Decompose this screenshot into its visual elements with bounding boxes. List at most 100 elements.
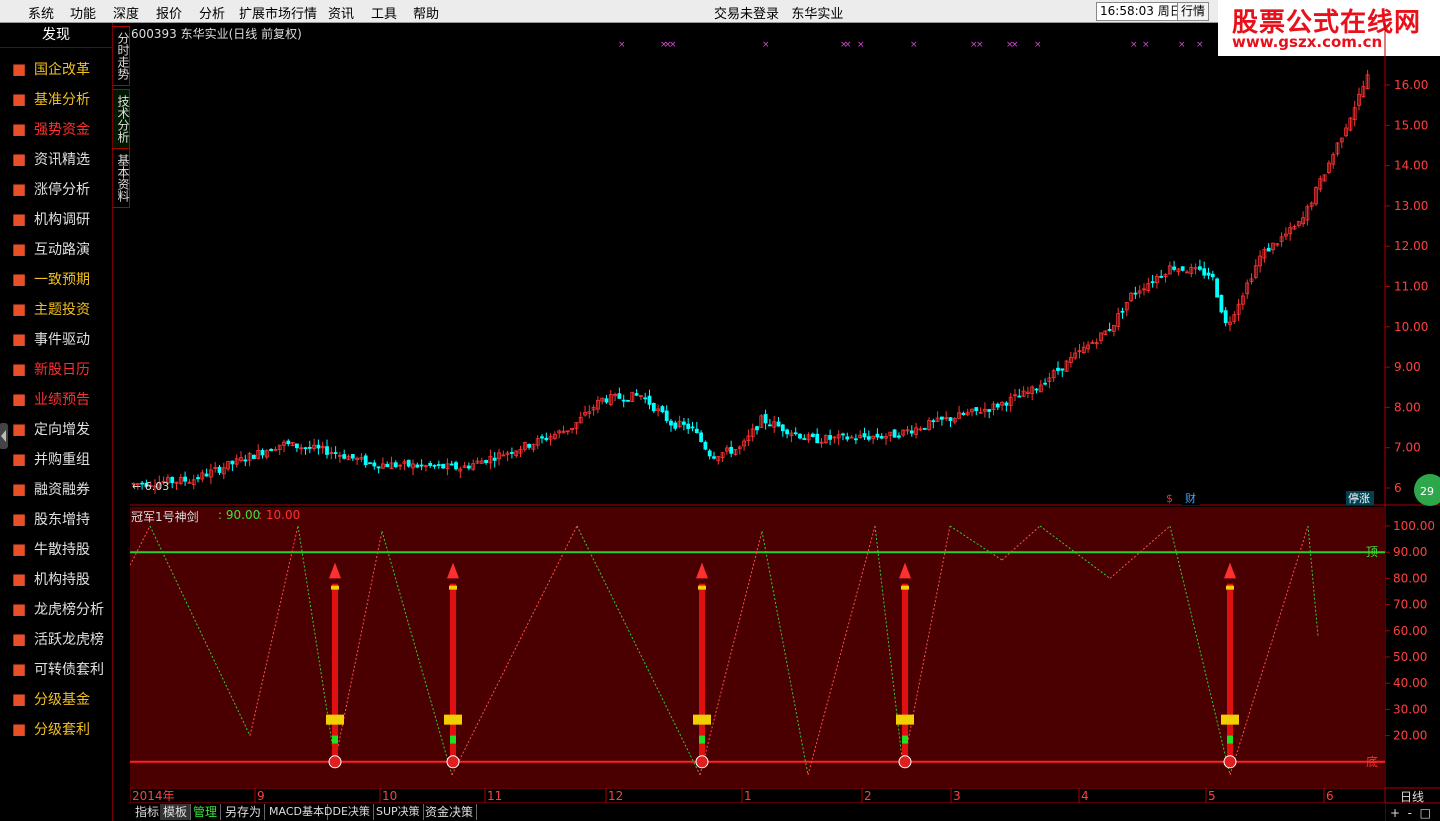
handshake-icon: ■: [11, 270, 27, 288]
menu-quote[interactable]: 报价: [156, 3, 182, 22]
signal-bar: [1227, 583, 1233, 757]
sidebar-item[interactable]: ■ 国企改革: [8, 55, 112, 83]
menu-tools[interactable]: 工具: [371, 3, 397, 22]
candle-body: [294, 443, 299, 449]
menu-system[interactable]: 系统: [28, 3, 54, 22]
menu-depth[interactable]: 深度: [113, 3, 139, 22]
price-tick-label: 8.00: [1394, 400, 1421, 414]
sidebar-item[interactable]: ■ 资讯精选: [8, 145, 112, 173]
sidebar-item[interactable]: ■ 并购重组: [8, 445, 112, 473]
indicator-tick-label: 90.00: [1393, 545, 1427, 559]
tab-dde[interactable]: DDE决策: [321, 804, 374, 820]
candle-body: [196, 477, 200, 480]
event-marker: ×: [910, 40, 918, 50]
tab-template[interactable]: 模板: [160, 804, 192, 820]
sidebar-item[interactable]: ■ 股东增持: [8, 505, 112, 533]
location-pin-icon: ■: [11, 360, 27, 378]
candle-body: [892, 429, 897, 438]
bar-chart-icon: ■: [11, 600, 27, 618]
indicator-tick-label: 100.00: [1393, 519, 1435, 533]
candle-body: [415, 464, 420, 468]
sidebar-item[interactable]: ■ 机构持股: [8, 565, 112, 593]
event-marker: ×: [762, 40, 770, 50]
menu-extended-market[interactable]: 扩展市场行情: [239, 3, 317, 22]
price-tick-label: 9.00: [1394, 360, 1421, 374]
kline-chart-area[interactable]: 16.00 15.00 14.00 13.00 12.00 11.00 10.00 9.00 8…: [130, 23, 1440, 821]
signal-bar: [699, 583, 705, 757]
candle-body: [1206, 272, 1211, 276]
candle-body: [466, 465, 471, 469]
sidebar-item[interactable]: ■ 新股日历: [8, 355, 112, 383]
candle-body: [647, 395, 652, 405]
event-marker: ×: [844, 40, 852, 50]
tab-sup[interactable]: SUP决策: [373, 804, 424, 820]
candle-body: [909, 430, 914, 434]
candle-body: [1043, 382, 1047, 385]
candle-body: [604, 398, 609, 403]
candle-body: [1060, 368, 1065, 371]
event-marker: ×: [857, 40, 865, 50]
candle-body: [875, 433, 880, 438]
sidebar-item[interactable]: ■ 活跃龙虎榜: [8, 625, 112, 653]
collapse-arrow-icon[interactable]: [0, 423, 9, 449]
candle-body: [316, 444, 321, 449]
quote-button[interactable]: 行情: [1177, 2, 1210, 21]
sidebar-item-label: 可转债套利: [34, 662, 104, 678]
menu-function[interactable]: 功能: [70, 3, 96, 22]
tab-macd[interactable]: MACD基本: [266, 804, 328, 820]
sidebar-item-label: 基准分析: [34, 92, 90, 108]
sidebar-item[interactable]: ■ 强势资金: [8, 115, 112, 143]
zoom-controls[interactable]: + - □: [1390, 806, 1431, 820]
menu-help[interactable]: 帮助: [413, 3, 439, 22]
sidebar-item[interactable]: ■ 互动路演: [8, 235, 112, 263]
dollar-doc-icon: ■: [11, 510, 27, 528]
candle-body: [854, 438, 858, 441]
signal-top-cap: [449, 585, 457, 590]
wallet-icon: ■: [11, 720, 27, 738]
sidebar-item[interactable]: ■ 涨停分析: [8, 175, 112, 203]
time-tick-label: 2014年: [132, 789, 175, 803]
candle-body: [763, 414, 768, 424]
candle-body: [252, 454, 256, 459]
sidebar-item[interactable]: ■ 主题投资: [8, 295, 112, 323]
sidebar-item[interactable]: ■ 基准分析: [8, 85, 112, 113]
sidebar-item[interactable]: ■ 龙虎榜分析: [8, 595, 112, 623]
sidebar-item[interactable]: ■ 事件驱动: [8, 325, 112, 353]
signal-top-cap: [698, 585, 706, 590]
sidebar-item[interactable]: ■ 可转债套利: [8, 655, 112, 683]
indicator-value-green: : 90.00: [218, 508, 261, 522]
price-tick-label: 11.00: [1394, 280, 1428, 294]
tab-technical[interactable]: 技术分析: [113, 89, 130, 149]
candle-body: [307, 446, 312, 449]
sidebar-item[interactable]: ■ 融资融券: [8, 475, 112, 503]
candle-body: [230, 460, 235, 465]
sidebar-item[interactable]: ■ 机构调研: [8, 205, 112, 233]
tab-indicator[interactable]: 指标: [132, 804, 164, 820]
candle-body: [1034, 388, 1039, 391]
sidebar-item[interactable]: ■ 牛散持股: [8, 535, 112, 563]
sidebar-item[interactable]: ■ 一致预期: [8, 265, 112, 293]
candle-body: [712, 456, 716, 459]
sidebar-item[interactable]: ■ 分级套利: [8, 715, 112, 743]
candle-body: [651, 403, 656, 412]
sidebar-item[interactable]: ■ 分级基金: [8, 685, 112, 713]
sidebar-item[interactable]: ■ 定向增发: [8, 415, 112, 443]
menu-news[interactable]: 资讯: [328, 3, 354, 22]
indicator-tick-label: 70.00: [1393, 598, 1427, 612]
indicator-tick-label: 80.00: [1393, 571, 1427, 585]
candle-body: [269, 448, 274, 452]
tab-fundamentals[interactable]: 基本资料: [113, 148, 130, 208]
event-marker: ×: [618, 40, 626, 50]
menu-analysis[interactable]: 分析: [199, 3, 225, 22]
tab-intraday[interactable]: 分时走势: [113, 26, 130, 86]
sidebar-item[interactable]: ■ 业绩预告: [8, 385, 112, 413]
person-pin-icon: ■: [11, 540, 27, 558]
candle-body: [1210, 273, 1215, 278]
tab-save-as[interactable]: 另存为: [222, 804, 266, 820]
tab-capital[interactable]: 资金决策: [422, 804, 478, 820]
time-tick-label: 5: [1208, 789, 1216, 803]
sidebar-item-label: 涨停分析: [34, 182, 90, 198]
tab-manage[interactable]: 管理: [190, 804, 222, 820]
period-label[interactable]: 日线: [1400, 788, 1424, 805]
candle-body: [432, 464, 437, 467]
